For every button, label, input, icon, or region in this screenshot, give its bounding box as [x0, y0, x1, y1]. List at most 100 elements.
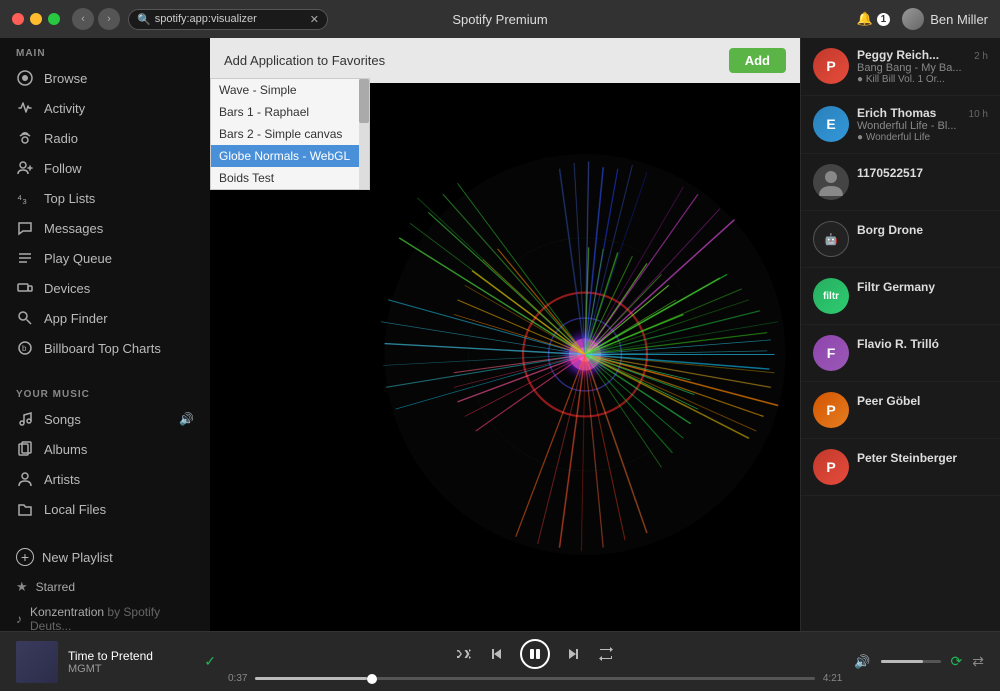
sidebar-item-local-files[interactable]: Local Files: [0, 494, 210, 524]
save-checkmark[interactable]: ✓: [204, 653, 216, 670]
sidebar-item-albums[interactable]: Albums: [0, 434, 210, 464]
main-section-label: MAIN: [0, 38, 210, 63]
bell-icon: 🔔: [856, 11, 872, 27]
queue-icon-bar[interactable]: ⇄: [972, 653, 984, 670]
sidebar: MAIN Browse Activity Radio Follow: [0, 38, 210, 631]
notifications[interactable]: 🔔 1: [856, 11, 890, 27]
viz-scrollbar[interactable]: [359, 79, 369, 189]
playlist-starred[interactable]: ★ Starred: [0, 574, 210, 600]
playing-icon: 🔊: [179, 412, 194, 426]
svg-text:b: b: [22, 344, 27, 353]
titlebar: ‹ › 🔍 ✕ Spotify Premium 🔔 1 Ben Miller: [0, 0, 1000, 38]
playback-controls: 0:37 4:21: [228, 639, 842, 684]
friend-info-flavio: Flavio R. Trilló: [857, 335, 988, 353]
viz-item-boids-test[interactable]: Boids Test: [211, 167, 369, 189]
volume-bar[interactable]: [881, 660, 941, 663]
visualizer-svg: [370, 78, 800, 631]
titlebar-right: 🔔 1 Ben Miller: [856, 8, 988, 30]
sidebar-item-radio[interactable]: Radio: [0, 123, 210, 153]
repeat-button[interactable]: [598, 646, 614, 662]
songs-icon: [16, 410, 34, 428]
friend-info-peer: Peer Göbel: [857, 392, 988, 410]
back-button[interactable]: ‹: [72, 8, 94, 30]
main-layout: MAIN Browse Activity Radio Follow: [0, 38, 1000, 631]
sidebar-item-browse[interactable]: Browse: [0, 63, 210, 93]
messages-icon: [16, 219, 34, 237]
minimize-button[interactable]: [30, 13, 42, 25]
forward-button[interactable]: ›: [98, 8, 120, 30]
prev-button[interactable]: [488, 646, 504, 662]
sidebar-item-app-finder[interactable]: App Finder: [0, 303, 210, 333]
friend-avatar-borg: 🤖: [813, 221, 849, 257]
friend-item-borg[interactable]: 🤖 Borg Drone: [801, 211, 1000, 268]
billboard-icon: b: [16, 339, 34, 357]
window-controls: [12, 13, 60, 25]
friend-avatar-peter: P: [813, 449, 849, 485]
close-button[interactable]: [12, 13, 24, 25]
progress-fill: [255, 677, 367, 680]
playback-bar: Time to Pretend MGMT ✓ 0:37: [0, 631, 1000, 691]
friend-avatar-peer: P: [813, 392, 849, 428]
progress-bar[interactable]: [255, 677, 814, 680]
shuffle-button[interactable]: [456, 646, 472, 662]
search-bar[interactable]: 🔍 ✕: [128, 9, 328, 30]
sidebar-item-devices[interactable]: Devices: [0, 273, 210, 303]
friend-avatar-erich: E: [813, 106, 849, 142]
follow-icon: [16, 159, 34, 177]
sidebar-item-messages[interactable]: Messages: [0, 213, 210, 243]
sidebar-item-artists[interactable]: Artists: [0, 464, 210, 494]
queue-icon: [16, 249, 34, 267]
play-pause-button[interactable]: [520, 639, 550, 669]
add-app-dialog: Add Application to Favorites Add: [210, 38, 800, 83]
friend-item-flavio[interactable]: F Flavio R. Trilló: [801, 325, 1000, 382]
note-icon: ♪: [16, 612, 22, 626]
sidebar-item-activity[interactable]: Activity: [0, 93, 210, 123]
viz-item-bars-simple-canvas[interactable]: Bars 2 - Simple canvas: [211, 123, 369, 145]
next-button[interactable]: [566, 646, 582, 662]
notif-count: 1: [877, 13, 891, 26]
new-playlist-button[interactable]: + New Playlist: [0, 540, 210, 574]
friend-info-erich: Erich Thomas 10 h Wonderful Life - Bl...…: [857, 106, 988, 143]
viz-item-bars-raphael[interactable]: Bars 1 - Raphael: [211, 101, 369, 123]
toplists-icon: ⁴₃: [16, 189, 34, 207]
maximize-button[interactable]: [48, 13, 60, 25]
spotify-connect-icon[interactable]: ⟳: [951, 653, 963, 670]
track-artist: MGMT: [68, 663, 194, 675]
playback-right: 🔊 ⟳ ⇄: [854, 653, 984, 670]
clear-icon[interactable]: ✕: [310, 13, 319, 26]
viz-item-globe-normals[interactable]: Globe Normals - WebGL: [211, 145, 369, 167]
sidebar-item-follow[interactable]: Follow: [0, 153, 210, 183]
friend-avatar-anon: [813, 164, 849, 200]
album-art: [16, 641, 58, 683]
your-music-label: YOUR MUSIC: [0, 379, 210, 404]
sidebar-item-billboard[interactable]: b Billboard Top Charts: [0, 333, 210, 363]
friend-item-filtr[interactable]: filtr Filtr Germany: [801, 268, 1000, 325]
devices-icon: [16, 279, 34, 297]
sidebar-item-play-queue[interactable]: Play Queue: [0, 243, 210, 273]
user-area[interactable]: Ben Miller: [902, 8, 988, 30]
playlist-konzentration[interactable]: ♪ Konzentration by Spotify Deuts...: [0, 600, 210, 631]
viz-item-wave-simple[interactable]: Wave - Simple: [211, 79, 369, 101]
sidebar-item-top-lists[interactable]: ⁴₃ Top Lists: [0, 183, 210, 213]
friend-info-peter: Peter Steinberger: [857, 449, 988, 467]
friend-item-peter[interactable]: P Peter Steinberger: [801, 439, 1000, 496]
friend-avatar-peggy: P: [813, 48, 849, 84]
friend-info-anon: 1170522517: [857, 164, 988, 182]
activity-icon: [16, 99, 34, 117]
friend-item-peggy[interactable]: P Peggy Reich... 2 h Bang Bang - My Ba..…: [801, 38, 1000, 96]
add-button[interactable]: Add: [729, 48, 786, 73]
now-playing: Time to Pretend MGMT ✓: [16, 641, 216, 683]
app-title: Spotify Premium: [452, 12, 547, 27]
current-time: 0:37: [228, 673, 247, 684]
plus-icon: +: [16, 548, 34, 566]
right-panel: P Peggy Reich... 2 h Bang Bang - My Ba..…: [800, 38, 1000, 631]
user-avatar: [902, 8, 924, 30]
friend-item-erich[interactable]: E Erich Thomas 10 h Wonderful Life - Bl.…: [801, 96, 1000, 154]
volume-icon[interactable]: 🔊: [854, 654, 870, 670]
sidebar-item-songs[interactable]: Songs 🔊: [0, 404, 210, 434]
friend-item-anon[interactable]: 1170522517: [801, 154, 1000, 211]
radio-icon: [16, 129, 34, 147]
friend-item-peer[interactable]: P Peer Göbel: [801, 382, 1000, 439]
track-title: Time to Pretend: [68, 649, 194, 663]
search-input[interactable]: [155, 13, 310, 25]
